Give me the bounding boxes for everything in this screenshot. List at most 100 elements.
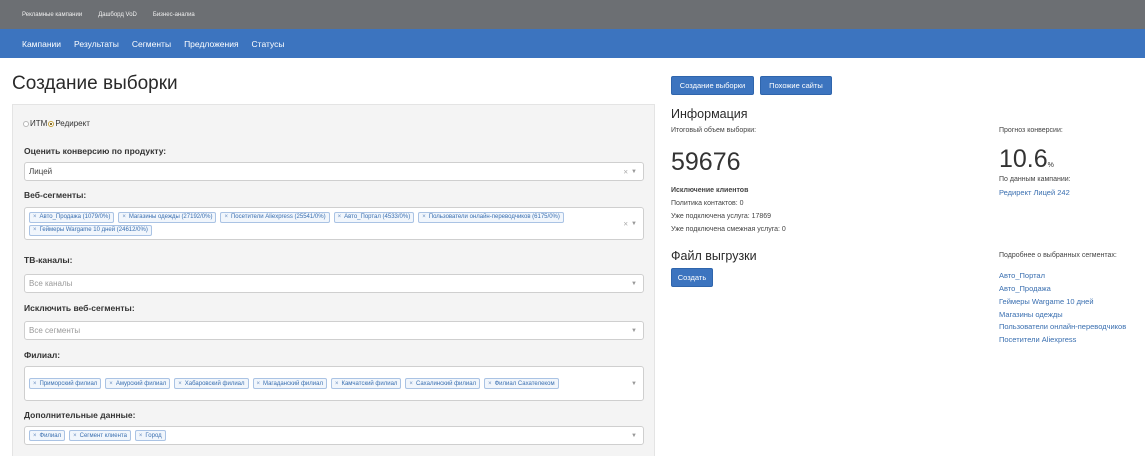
remove-icon[interactable]: × [33, 381, 37, 387]
chevron-down-icon[interactable]: ▼ [631, 221, 637, 227]
total-label: Итоговый объем выборки: [671, 127, 757, 134]
branch-tag-label: Сахалинский филиал [415, 380, 477, 387]
remove-icon[interactable]: × [33, 227, 37, 233]
extra-data-label: Дополнительные данные: [24, 410, 136, 420]
policy-text: Политика контактов: 0 [671, 200, 744, 207]
exclude-segments-label: Исключить веб-сегменты: [24, 303, 135, 313]
exclude-segments-select[interactable]: Все сегменты ▼ [24, 321, 644, 340]
remove-icon[interactable]: × [335, 381, 339, 387]
remove-icon[interactable]: × [33, 214, 37, 220]
remove-icon[interactable]: × [257, 381, 261, 387]
forecast-unit: % [1047, 162, 1054, 169]
form-panel: ИТМ Редирект Оценить конверсию по продук… [12, 104, 655, 456]
segment-tag[interactable]: × Авто_Продажа (1079/0%) [29, 211, 115, 223]
radio-redirect[interactable] [48, 120, 55, 127]
remove-icon[interactable]: × [178, 381, 182, 387]
topbar-item-campaigns[interactable]: Рекламные кампании [22, 12, 82, 18]
segment-link-aliexpress[interactable]: Посетители Aliexpress [999, 335, 1076, 344]
chevron-down-icon[interactable]: ▼ [631, 281, 637, 287]
segment-tag-label: Магазины одежды (27192/0%) [128, 214, 213, 220]
segment-tag[interactable]: × Посетители Aliexpress (25541/0%) [220, 211, 330, 223]
export-title: Файл выгрузки [671, 249, 757, 263]
nav-item-segments[interactable]: Сегменты [132, 39, 171, 49]
remove-icon[interactable]: × [409, 381, 413, 387]
segment-tag-label: Посетители Aliexpress (25541/0%) [230, 214, 326, 220]
page-title: Создание выборки [12, 73, 178, 94]
nav-item-statuses[interactable]: Статусы [252, 39, 285, 49]
campaign-link[interactable]: Редирект Лицей 242 [999, 188, 1070, 197]
tv-channels-select[interactable]: Все каналы ▼ [24, 274, 644, 293]
top-bar: Рекламные кампании Дашборд VoD Бизнес-ан… [0, 0, 1145, 29]
forecast-label: Прогноз конверсии: [999, 127, 1063, 134]
nav-item-results[interactable]: Результаты [74, 39, 119, 49]
chevron-down-icon[interactable]: ▼ [631, 381, 637, 387]
main-nav: Кампании Результаты Сегменты Предложения… [0, 29, 1145, 58]
segment-tag[interactable]: × Геймеры Wargame 10 дней (24612/0%) [29, 224, 152, 236]
remove-icon[interactable]: × [122, 214, 126, 220]
mode-radio-group: ИТМ Редирект [23, 119, 90, 128]
tv-channels-label: ТВ-каналы: [24, 255, 73, 265]
branch-tag[interactable]: × Хабаровский филиал [174, 378, 249, 389]
extra-tag[interactable]: × Город [134, 430, 166, 441]
remove-icon[interactable]: × [33, 433, 37, 439]
topbar-item-analytics[interactable]: Бизнес-аналиа [153, 12, 195, 18]
create-export-button[interactable]: Создать [671, 268, 713, 287]
radio-itm-label: ИТМ [30, 119, 48, 128]
branch-select[interactable]: × Приморский филиал × Амурский филиал × Хаб… [24, 366, 644, 401]
segment-link-clothing[interactable]: Магазины одежды [999, 310, 1063, 319]
segment-tag[interactable]: × Авто_Портал (4533/0%) [333, 211, 415, 223]
branch-tag-label: Амурский филиал [115, 380, 167, 387]
remove-icon[interactable]: × [422, 214, 426, 220]
topbar-item-dashboard[interactable]: Дашборд VoD [98, 12, 137, 18]
branch-tag[interactable]: × Приморский филиал [29, 378, 102, 389]
forecast-value: 10.6% [999, 145, 1054, 174]
branch-tag[interactable]: × Камчатский филиал [330, 378, 402, 389]
segment-link-gamers[interactable]: Геймеры Wargame 10 дней [999, 297, 1094, 306]
total-value: 59676 [671, 148, 741, 176]
remove-icon[interactable]: × [488, 381, 492, 387]
branch-tag-label: Филиал Сахателеком [494, 380, 555, 387]
branch-tag[interactable]: × Сахалинский филиал [405, 378, 481, 389]
extra-data-select[interactable]: × Филиал × Сегмент клиента × Город ▼ [24, 426, 644, 445]
extra-tag[interactable]: × Сегмент клиента [69, 430, 131, 441]
remove-icon[interactable]: × [73, 433, 77, 439]
clear-icon[interactable]: × [623, 167, 628, 176]
segment-link-translators[interactable]: Пользователи онлайн-переводчиков [999, 322, 1126, 331]
segment-tag-label: Геймеры Wargame 10 дней (24612/0%) [39, 227, 148, 233]
extra-tag[interactable]: × Филиал [29, 430, 66, 441]
info-title: Информация [671, 107, 748, 121]
product-select[interactable]: Лицей × ▼ [24, 162, 644, 181]
segment-tag[interactable]: × Магазины одежды (27192/0%) [118, 211, 217, 223]
nav-item-campaigns[interactable]: Кампании [22, 39, 61, 49]
segments-info-label: Подробнее о выбранных сегментах: [999, 252, 1117, 259]
segment-tag[interactable]: × Пользователи онлайн-переводчиков (6175/… [418, 211, 564, 223]
remove-icon[interactable]: × [139, 433, 143, 439]
remove-icon[interactable]: × [224, 214, 228, 220]
segment-tag-label: Пользователи онлайн-переводчиков (6175/0… [428, 214, 560, 220]
remove-icon[interactable]: × [109, 381, 113, 387]
chevron-down-icon[interactable]: ▼ [631, 328, 637, 334]
chevron-down-icon[interactable]: ▼ [631, 169, 637, 175]
similar-sites-button[interactable]: Похожие сайты [760, 76, 832, 95]
product-label: Оценить конверсию по продукту: [24, 146, 167, 156]
connected-text: Уже подключена услуга: 17869 [671, 213, 772, 220]
branch-label: Филиал: [24, 350, 61, 360]
product-value: Лицей [29, 167, 53, 176]
clear-icon[interactable]: × [623, 219, 628, 228]
forecast-number: 10.6 [999, 145, 1048, 173]
radio-itm[interactable] [23, 120, 29, 127]
chevron-down-icon[interactable]: ▼ [631, 433, 637, 439]
web-segments-select[interactable]: × Авто_Продажа (1079/0%) × Магазины одежды… [24, 207, 644, 240]
nav-item-offers[interactable]: Предложения [184, 39, 238, 49]
segment-link-auto-portal[interactable]: Авто_Портал [999, 271, 1045, 280]
extra-tag-label: Город [145, 432, 162, 439]
branch-tag[interactable]: × Магаданский филиал [252, 378, 327, 389]
branch-tag[interactable]: × Амурский филиал [105, 378, 171, 389]
remove-icon[interactable]: × [338, 214, 342, 220]
branch-tag[interactable]: × Филиал Сахателеком [484, 378, 559, 389]
segment-link-auto-sale[interactable]: Авто_Продажа [999, 284, 1051, 293]
tv-channels-placeholder: Все каналы [29, 279, 73, 288]
exclusion-title: Исключение клиентов [671, 187, 749, 194]
create-sample-button[interactable]: Создание выборки [671, 76, 754, 95]
web-segments-label: Веб-сегменты: [24, 190, 87, 200]
